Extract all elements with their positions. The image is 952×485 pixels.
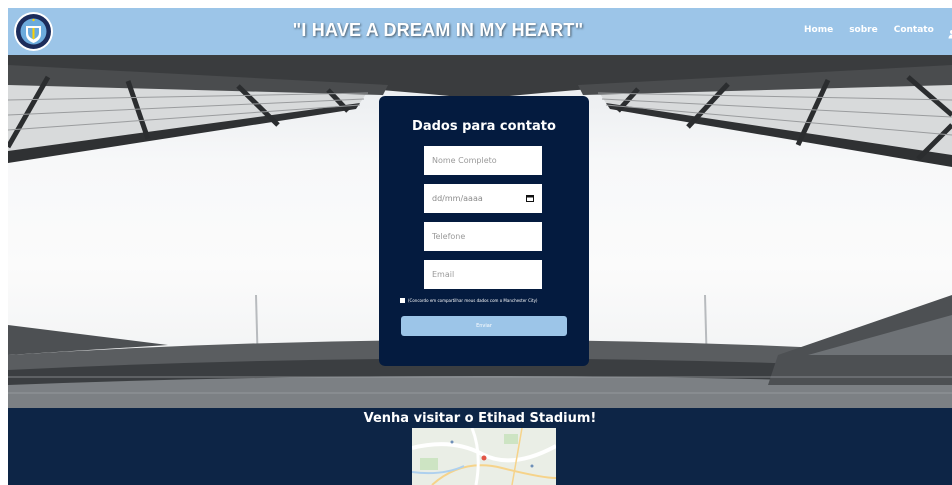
visit-title: Venha visitar o Etihad Stadium! [363,411,597,426]
calendar-icon[interactable] [526,194,534,204]
full-name-input[interactable] [424,146,542,175]
consent-checkbox-row[interactable]: (Concordo em compartilhar meus dados com… [400,298,538,303]
consent-checkbox[interactable] [400,298,405,303]
stadium-map[interactable] [412,428,556,485]
nav-contato-link[interactable]: Contato [894,25,934,35]
site-header: "I HAVE A DREAM IN MY HEART" Home sobre … [8,8,952,55]
email-input[interactable] [424,260,542,289]
nav-home-link[interactable]: Home [804,25,833,35]
phone-input[interactable] [424,222,542,251]
consent-label: (Concordo em compartilhar meus dados com… [408,298,538,303]
submit-button[interactable]: Enviar [401,316,567,336]
date-input[interactable]: dd/mm/aaaa [424,184,542,213]
contact-form-card: Dados para contato dd/mm/aaaa (Concordo … [379,96,589,366]
page-title: "I HAVE A DREAM IN MY HEART" [292,20,584,40]
visit-section: Venha visitar o Etihad Stadium! [8,408,952,485]
date-placeholder: dd/mm/aaaa [432,194,483,203]
nav-sobre-link[interactable]: sobre [849,25,878,35]
user-icon[interactable] [948,24,952,43]
main-nav: Home sobre Contato [804,25,952,39]
form-title: Dados para contato [412,119,556,134]
